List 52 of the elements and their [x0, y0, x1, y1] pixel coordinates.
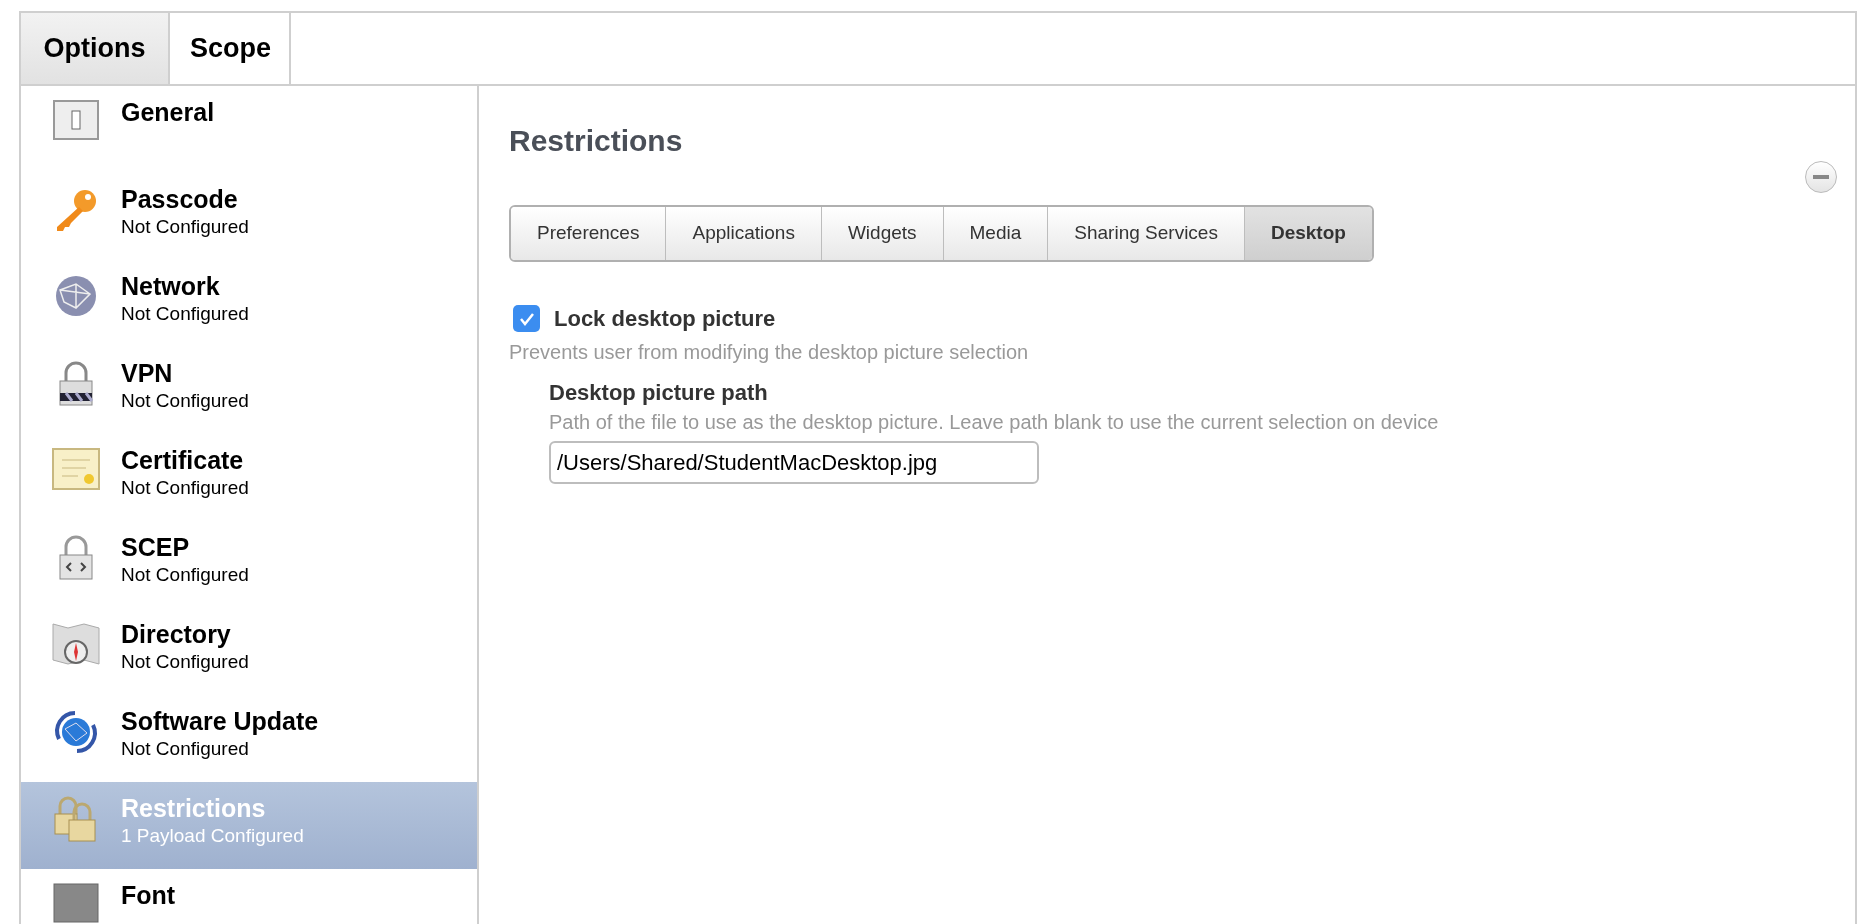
item-title: Certificate	[121, 445, 245, 476]
item-title: SCEP	[121, 532, 191, 563]
item-status: Not Configured	[121, 476, 249, 500]
tab[interactable]: Desktop	[1244, 207, 1372, 260]
checkbox[interactable]	[513, 305, 540, 332]
path-field[interactable]: /Users/Shared/StudentMacDesktop.jpg	[549, 441, 1039, 484]
sidebar-item[interactable]: Certificate Not Configured	[21, 434, 477, 521]
remove-button[interactable]	[1805, 161, 1837, 193]
field-hint: Path of the file to use as the desktop picture. Leave path blank to use the current selection on device	[549, 410, 1439, 435]
checkmark-icon	[518, 311, 535, 326]
tab[interactable]: Preferences	[511, 207, 667, 260]
tab[interactable]: Applications	[666, 207, 822, 260]
sidebar-item[interactable]: Passcode Not Configured	[21, 173, 477, 260]
item-title: General	[121, 97, 215, 128]
item-status: Not Configured	[121, 650, 249, 674]
item-title: VPN	[121, 358, 174, 389]
checkbox-description: Prevents user from modifying the desktop picture selection	[509, 340, 1029, 365]
map-compass-icon	[52, 622, 100, 666]
item-status: Not Configured	[121, 563, 249, 587]
item-title: Software Update	[121, 706, 319, 737]
tab[interactable]: Widgets	[821, 207, 944, 260]
sidebar-item[interactable]: Font	[21, 869, 477, 924]
sidebar-item[interactable]: Directory Not Configured	[21, 608, 477, 695]
switch-icon	[53, 100, 99, 140]
sidebar-item[interactable]: Software Update Not Configured	[21, 695, 477, 782]
certificate-icon	[52, 448, 100, 490]
item-title: Directory	[121, 619, 232, 650]
sidebar-item[interactable]: SCEP Not Configured	[21, 521, 477, 608]
item-title: Network	[121, 271, 221, 302]
item-title: Passcode	[121, 184, 239, 215]
padlock-icon	[58, 535, 94, 581]
item-title: Restrictions	[121, 793, 267, 824]
minus-icon	[1813, 175, 1829, 179]
item-status: Not Configured	[121, 302, 249, 326]
tab[interactable]: Sharing Services	[1048, 207, 1245, 260]
field-label: Desktop picture path	[549, 379, 768, 407]
padlocks-icon	[54, 796, 98, 842]
sidebar-item[interactable]: General	[21, 86, 477, 173]
globe-icon	[54, 274, 98, 318]
tab[interactable]: Media	[943, 207, 1049, 260]
padlock-icon	[58, 361, 94, 407]
sidebar-item[interactable]: Network Not Configured	[21, 260, 477, 347]
panel-title: Restrictions	[509, 123, 683, 159]
font-icon	[53, 883, 99, 923]
tab[interactable]: Options	[21, 13, 170, 84]
checkbox-label: Lock desktop picture	[554, 305, 776, 333]
item-status: 1 Payload Configured	[121, 824, 304, 848]
sidebar-item[interactable]: VPN Not Configured	[21, 347, 477, 434]
item-status: Not Configured	[121, 389, 249, 413]
item-status: Not Configured	[121, 215, 249, 239]
item-title: Font	[121, 880, 176, 911]
item-status: Not Configured	[121, 737, 250, 761]
